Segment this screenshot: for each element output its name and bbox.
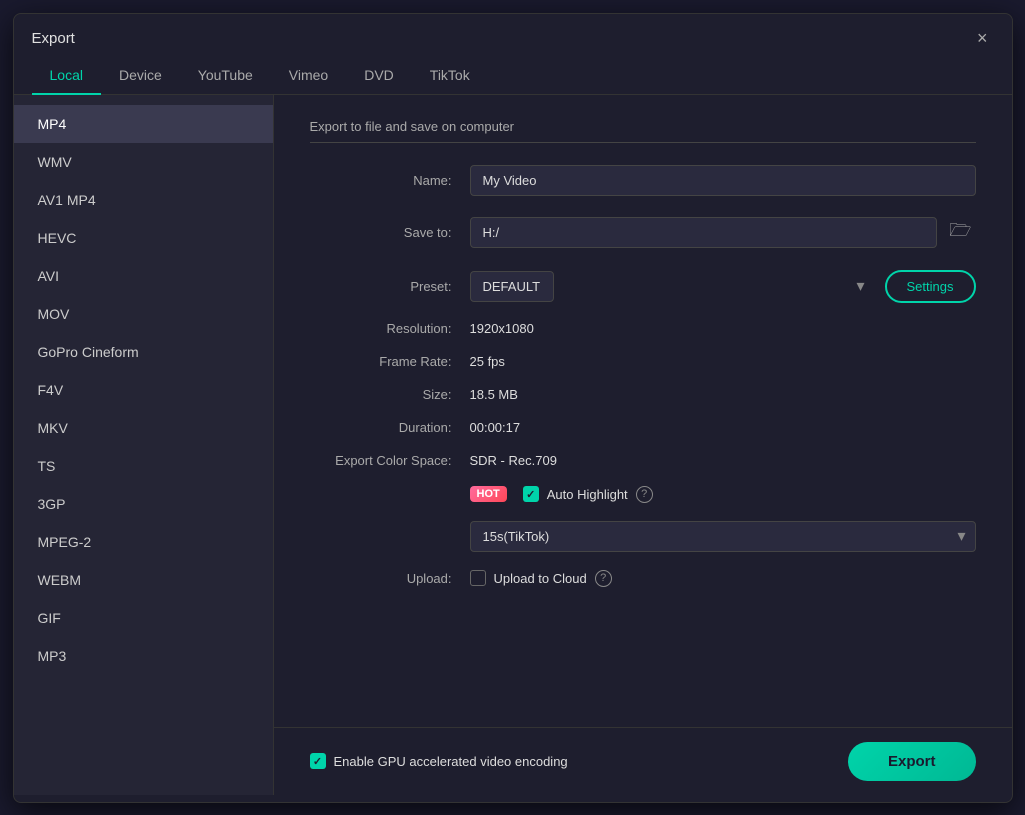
frame-rate-row: Frame Rate: 25 fps bbox=[310, 354, 976, 369]
folder-button[interactable]: 🗁 bbox=[945, 214, 975, 252]
format-wmv[interactable]: WMV bbox=[14, 143, 273, 181]
section-title: Export to file and save on computer bbox=[310, 119, 976, 143]
export-dialog: Export × Local Device YouTube Vimeo DVD … bbox=[13, 13, 1013, 803]
frame-rate-value: 25 fps bbox=[470, 354, 505, 369]
format-av1mp4[interactable]: AV1 MP4 bbox=[14, 181, 273, 219]
color-space-value: SDR - Rec.709 bbox=[470, 453, 557, 468]
size-value: 18.5 MB bbox=[470, 387, 518, 402]
format-mp3[interactable]: MP3 bbox=[14, 637, 273, 675]
bottom-bar: ✓ Enable GPU accelerated video encoding … bbox=[274, 727, 1012, 795]
tiktok-duration-select[interactable]: 15s(TikTok) 60s(TikTok) Custom bbox=[470, 521, 976, 552]
gpu-checkmark-icon: ✓ bbox=[313, 755, 322, 768]
color-space-label: Export Color Space: bbox=[310, 453, 470, 468]
dialog-title: Export bbox=[32, 30, 75, 47]
format-gif[interactable]: GIF bbox=[14, 599, 273, 637]
tab-youtube[interactable]: YouTube bbox=[180, 59, 271, 95]
tab-vimeo[interactable]: Vimeo bbox=[271, 59, 346, 95]
format-ts[interactable]: TS bbox=[14, 447, 273, 485]
name-row: Name: bbox=[310, 165, 976, 196]
preset-row: Preset: DEFAULT Custom ▾ Settings bbox=[310, 270, 976, 303]
save-to-input-group: 🗁 bbox=[470, 214, 976, 252]
save-to-label: Save to: bbox=[310, 225, 470, 240]
gpu-checkbox[interactable]: ✓ bbox=[310, 753, 326, 769]
auto-highlight-help-icon[interactable]: ? bbox=[636, 486, 653, 503]
upload-to-cloud-checkbox[interactable] bbox=[470, 570, 486, 586]
settings-button[interactable]: Settings bbox=[885, 270, 976, 303]
auto-highlight-row: HOT ✓ Auto Highlight ? bbox=[310, 486, 976, 503]
format-webm[interactable]: WEBM bbox=[14, 561, 273, 599]
auto-highlight-checkbox[interactable]: ✓ bbox=[523, 486, 539, 502]
gpu-label: Enable GPU accelerated video encoding bbox=[334, 754, 568, 769]
resolution-row: Resolution: 1920x1080 bbox=[310, 321, 976, 336]
hot-badge: HOT bbox=[470, 486, 507, 502]
close-button[interactable]: × bbox=[971, 26, 994, 51]
format-3gp[interactable]: 3GP bbox=[14, 485, 273, 523]
format-mp4[interactable]: MP4 bbox=[14, 105, 273, 143]
gpu-row: ✓ Enable GPU accelerated video encoding bbox=[310, 753, 568, 769]
format-hevc[interactable]: HEVC bbox=[14, 219, 273, 257]
format-mpeg2[interactable]: MPEG-2 bbox=[14, 523, 273, 561]
frame-rate-label: Frame Rate: bbox=[310, 354, 470, 369]
tab-dvd[interactable]: DVD bbox=[346, 59, 412, 95]
tab-tiktok[interactable]: TikTok bbox=[412, 59, 488, 95]
tab-local[interactable]: Local bbox=[32, 59, 101, 95]
checkmark-icon: ✓ bbox=[526, 488, 535, 501]
size-row: Size: 18.5 MB bbox=[310, 387, 976, 402]
upload-to-cloud-label: Upload to Cloud bbox=[494, 571, 587, 586]
upload-row: Upload: Upload to Cloud ? bbox=[310, 570, 976, 587]
main-panel: Export to file and save on computer Name… bbox=[274, 95, 1012, 727]
upload-label: Upload: bbox=[310, 571, 470, 586]
tab-bar: Local Device YouTube Vimeo DVD TikTok bbox=[14, 51, 1012, 95]
upload-help-icon[interactable]: ? bbox=[595, 570, 612, 587]
upload-group: Upload to Cloud ? bbox=[470, 570, 612, 587]
preset-chevron-icon: ▾ bbox=[856, 276, 864, 296]
auto-highlight-group: HOT ✓ Auto Highlight ? bbox=[470, 486, 653, 503]
tiktok-duration-row: 15s(TikTok) 60s(TikTok) Custom ▾ bbox=[470, 521, 976, 552]
resolution-value: 1920x1080 bbox=[470, 321, 534, 336]
preset-select-wrap: DEFAULT Custom ▾ bbox=[470, 271, 875, 302]
color-space-row: Export Color Space: SDR - Rec.709 bbox=[310, 453, 976, 468]
format-avi[interactable]: AVI bbox=[14, 257, 273, 295]
resolution-label: Resolution: bbox=[310, 321, 470, 336]
duration-row: Duration: 00:00:17 bbox=[310, 420, 976, 435]
name-label: Name: bbox=[310, 173, 470, 188]
auto-highlight-label: Auto Highlight bbox=[547, 487, 628, 502]
tab-device[interactable]: Device bbox=[101, 59, 180, 95]
content-area: MP4 WMV AV1 MP4 HEVC AVI MOV GoPro Cinef… bbox=[14, 95, 1012, 795]
format-mov[interactable]: MOV bbox=[14, 295, 273, 333]
format-sidebar: MP4 WMV AV1 MP4 HEVC AVI MOV GoPro Cinef… bbox=[14, 95, 274, 795]
size-label: Size: bbox=[310, 387, 470, 402]
format-mkv[interactable]: MKV bbox=[14, 409, 273, 447]
name-input[interactable] bbox=[470, 165, 976, 196]
export-button[interactable]: Export bbox=[848, 742, 976, 781]
preset-label: Preset: bbox=[310, 279, 470, 294]
preset-input-group: DEFAULT Custom ▾ Settings bbox=[470, 270, 976, 303]
duration-value: 00:00:17 bbox=[470, 420, 521, 435]
format-f4v[interactable]: F4V bbox=[14, 371, 273, 409]
folder-icon: 🗁 bbox=[949, 220, 971, 240]
save-to-row: Save to: 🗁 bbox=[310, 214, 976, 252]
duration-label: Duration: bbox=[310, 420, 470, 435]
dialog-header: Export × bbox=[14, 14, 1012, 51]
format-gopro[interactable]: GoPro Cineform bbox=[14, 333, 273, 371]
save-to-input[interactable] bbox=[470, 217, 938, 248]
preset-select[interactable]: DEFAULT Custom bbox=[470, 271, 554, 302]
